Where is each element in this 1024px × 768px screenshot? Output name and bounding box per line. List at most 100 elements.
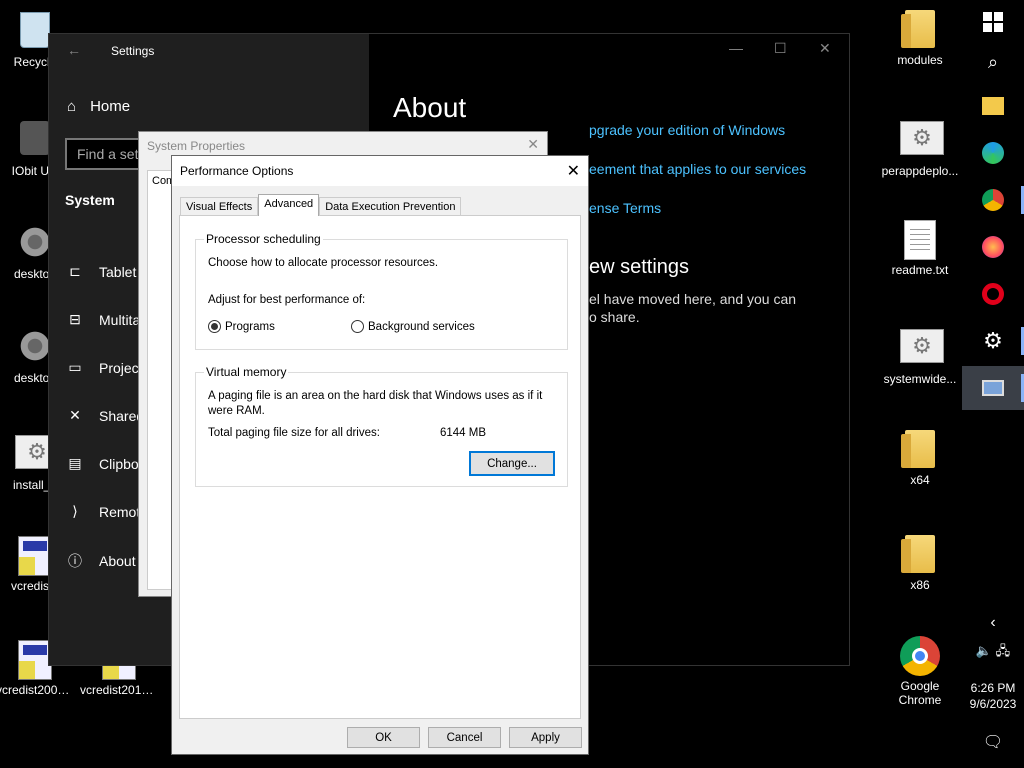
sidebar-item-clipboard[interactable]: ▤ Clipbo	[67, 455, 138, 472]
performance-options-dialog: Performance Options ✕ Visual Effects Adv…	[171, 155, 589, 755]
dialog-tabs: Visual Effects Advanced Data Execution P…	[180, 194, 462, 216]
taskbar-file-explorer[interactable]	[962, 84, 1024, 128]
folder-icon	[982, 97, 1004, 115]
close-icon[interactable]: ✕	[819, 40, 831, 57]
home-icon: ⌂	[67, 98, 77, 115]
desktop-icon-x64[interactable]: x64	[881, 430, 959, 487]
sidebar-item-tablet[interactable]: ⊏ Tablet	[67, 263, 136, 280]
chevron-left-icon: ‹	[990, 614, 996, 631]
multitasking-icon: ⊟	[69, 311, 81, 327]
virtual-memory-desc-2: were RAM.	[208, 405, 265, 417]
text-file-icon	[900, 220, 940, 260]
close-icon[interactable]: ✕	[527, 136, 539, 153]
taskbar-opera[interactable]	[962, 272, 1024, 316]
taskbar-settings[interactable]: ⚙	[962, 319, 1024, 363]
settings-section-title: System	[65, 192, 115, 208]
dialog-titlebar: Performance Options ✕	[172, 156, 588, 186]
desktop-icon-x86[interactable]: x86	[881, 535, 959, 592]
notification-icon: 🗨	[982, 734, 1004, 751]
action-center-button[interactable]: 🗨	[962, 720, 1024, 764]
total-paging-value: 6144 MB	[440, 427, 487, 439]
system-properties-icon	[982, 380, 1004, 396]
gear-file-icon: ⚙	[900, 121, 944, 161]
folder-icon	[900, 535, 940, 575]
chrome-icon	[900, 636, 940, 676]
sidebar-item-shared[interactable]: ✕ Shared	[67, 407, 144, 424]
taskbar-edge[interactable]	[962, 131, 1024, 175]
desktop-icon-google-chrome[interactable]: Google Chrome	[881, 636, 959, 707]
system-properties-title: System Properties	[147, 139, 246, 153]
edge-icon	[982, 142, 1004, 164]
tablet-icon: ⊏	[69, 263, 81, 279]
firefox-icon	[982, 236, 1004, 258]
folder-icon	[900, 430, 940, 470]
volume-network-icon: 🔈 🖧	[975, 643, 1011, 658]
desktop-icon-systemwide[interactable]: ⚙ systemwide...	[881, 326, 959, 386]
desktop-icon-perappdeploy[interactable]: ⚙ perappdeplo...	[881, 118, 959, 178]
radio-unselected-icon	[351, 320, 364, 333]
info-icon: ⓘ	[68, 553, 82, 569]
gear-file-icon: ⚙	[900, 329, 944, 369]
chrome-icon	[982, 189, 1004, 211]
maximize-icon[interactable]: ☐	[774, 40, 787, 57]
opera-icon	[982, 283, 1004, 305]
tab-advanced[interactable]: Advanced	[258, 194, 320, 216]
start-button[interactable]	[962, 0, 1024, 44]
sidebar-item-about[interactable]: ⓘ About	[67, 551, 136, 571]
windows-logo-icon	[983, 12, 1003, 32]
sidebar-item-projecting[interactable]: ▭ Project	[67, 359, 142, 376]
taskbar-chrome[interactable]	[962, 178, 1024, 222]
clock-time: 6:26 PM	[970, 681, 1016, 695]
radio-selected-icon	[208, 320, 221, 333]
settings-home-item[interactable]: ⌂ Home	[67, 98, 130, 115]
related-settings-text-2: o share.	[589, 309, 640, 325]
tab-data-execution-prevention[interactable]: Data Execution Prevention	[319, 197, 462, 216]
desktop-icon-readme[interactable]: readme.txt	[881, 220, 959, 277]
total-paging-label: Total paging file size for all drives:	[208, 427, 380, 439]
settings-title: Settings	[111, 44, 155, 58]
virtual-memory-desc-1: A paging file is an area on the hard dis…	[208, 390, 543, 402]
related-settings-text-1: el have moved here, and you can	[589, 291, 797, 307]
remote-icon: ⟩	[72, 503, 78, 519]
dialog-title: Performance Options	[180, 164, 294, 178]
shared-icon: ✕	[69, 407, 81, 423]
sidebar-item-remote[interactable]: ⟩ Remot	[67, 503, 140, 520]
license-terms-link[interactable]: ense Terms	[589, 200, 661, 216]
back-arrow-icon[interactable]: ←	[67, 42, 81, 58]
projector-icon: ▭	[68, 359, 82, 375]
advanced-panel: Processor scheduling Choose how to alloc…	[179, 215, 581, 719]
search-button[interactable]: ⌕	[962, 40, 1024, 84]
programs-radio[interactable]: Programs	[208, 320, 275, 333]
taskbar-clock[interactable]: 6:26 PM 9/6/2023	[962, 680, 1024, 712]
clock-date: 9/6/2023	[969, 697, 1017, 711]
taskbar: ⌕ ⚙ ‹ 🔈 🖧 6:26 PM 9/6/2023 🗨	[962, 0, 1024, 768]
search-icon: ⌕	[987, 51, 999, 72]
processor-scheduling-desc: Choose how to allocate processor resourc…	[208, 257, 439, 269]
page-title: About	[393, 92, 467, 123]
adjust-label: Adjust for best performance of:	[208, 294, 366, 306]
folder-icon	[900, 10, 940, 50]
virtual-memory-title: Virtual memory	[204, 365, 289, 379]
upgrade-edition-link[interactable]: pgrade your edition of Windows	[589, 122, 785, 138]
change-button[interactable]: Change...	[469, 451, 555, 476]
desktop-icon-modules[interactable]: modules	[881, 10, 959, 67]
clipboard-icon: ▤	[68, 455, 82, 471]
taskbar-firefox[interactable]	[962, 225, 1024, 269]
background-services-radio[interactable]: Background services	[351, 320, 475, 333]
apply-button[interactable]: Apply	[509, 727, 582, 748]
sidebar-item-multitasking[interactable]: ⊟ Multita	[67, 311, 140, 328]
related-settings-heading: ew settings	[589, 256, 690, 278]
services-agreement-link[interactable]: eement that applies to our services	[589, 161, 806, 177]
tab-visual-effects[interactable]: Visual Effects	[180, 197, 259, 216]
system-tray[interactable]: 🔈 🖧	[962, 638, 1024, 668]
virtual-memory-group: Virtual memory A paging file is an area …	[195, 365, 568, 487]
cancel-button[interactable]: Cancel	[428, 727, 501, 748]
taskbar-system-properties[interactable]	[962, 366, 1024, 410]
processor-scheduling-title: Processor scheduling	[204, 232, 323, 246]
minimize-icon[interactable]: —	[729, 40, 743, 56]
gear-icon: ⚙	[983, 328, 1003, 353]
close-icon[interactable]: ✕	[567, 161, 580, 181]
ok-button[interactable]: OK	[347, 727, 420, 748]
show-hidden-icons[interactable]: ‹	[962, 608, 1024, 638]
processor-scheduling-group: Processor scheduling Choose how to alloc…	[195, 232, 568, 350]
